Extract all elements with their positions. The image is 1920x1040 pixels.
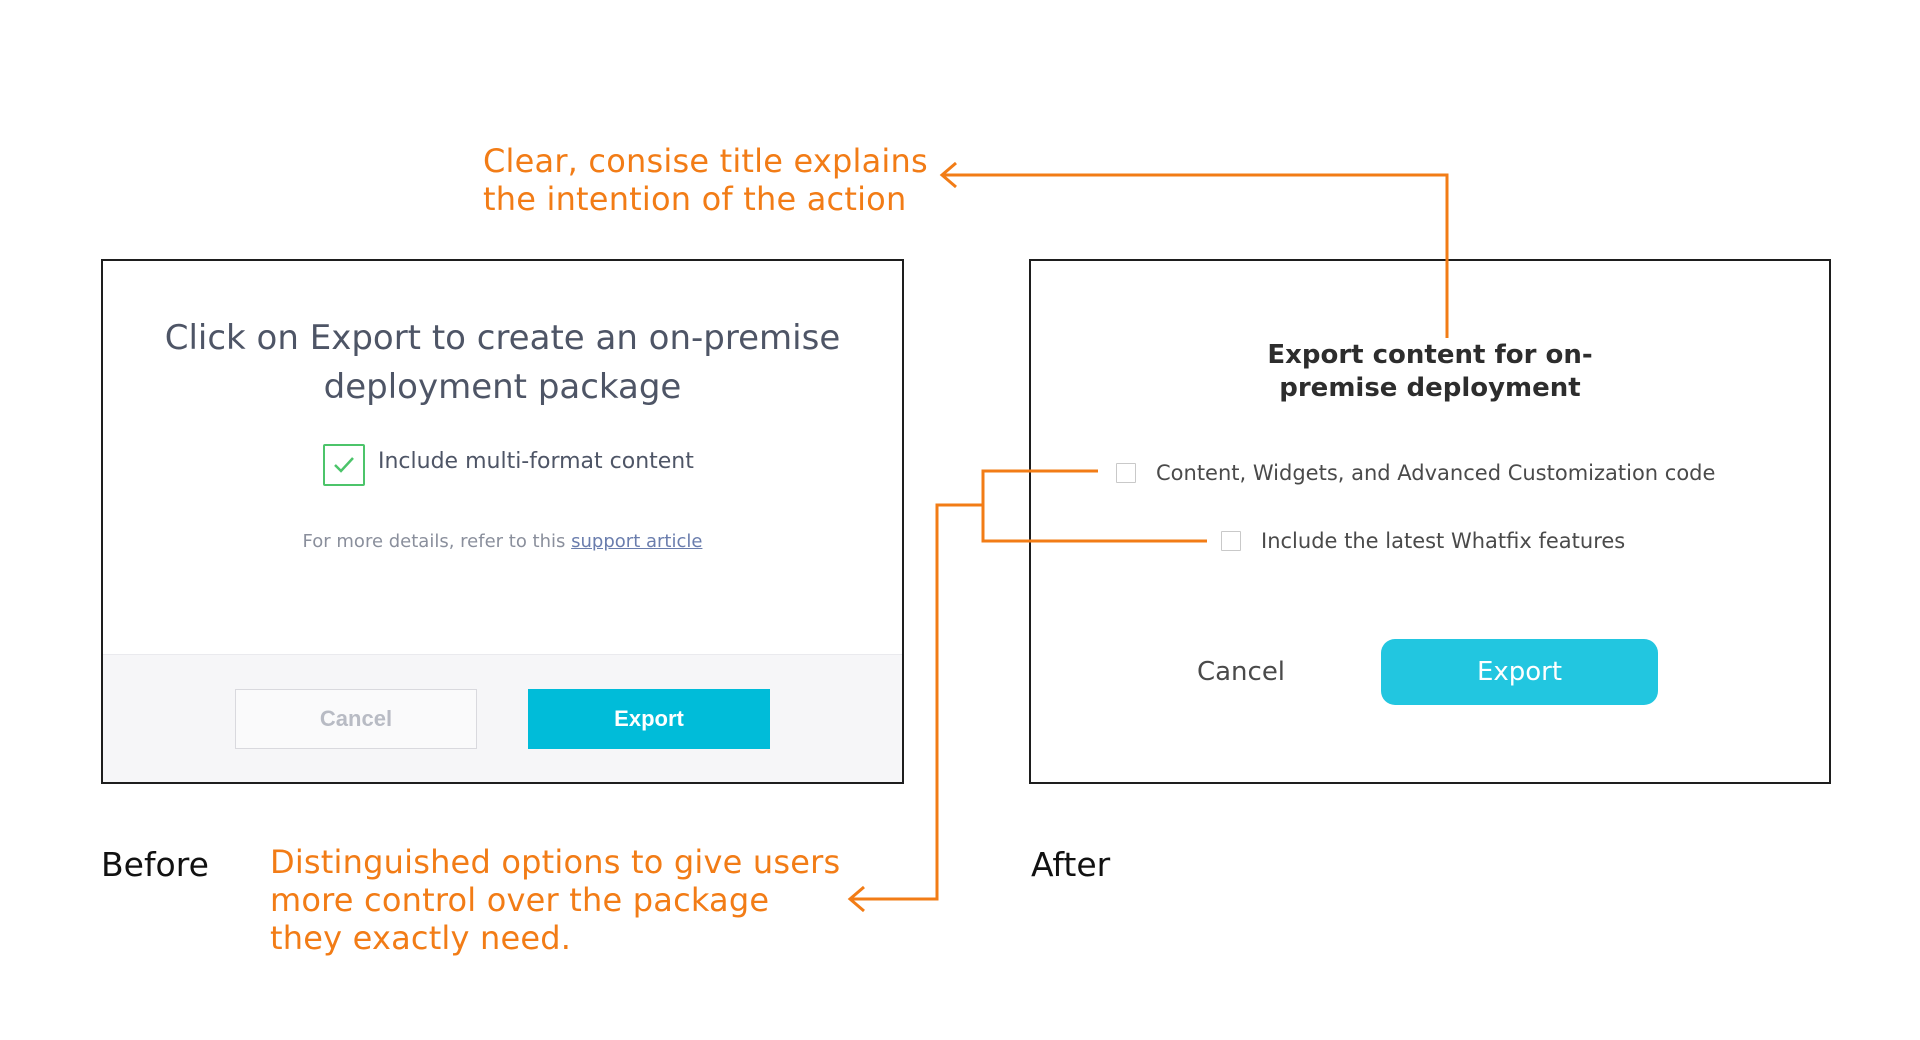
options-connector-line	[850, 503, 983, 901]
title-connector-line	[942, 173, 1449, 338]
options-bracket-line	[981, 469, 1207, 543]
annotation-connectors	[847, 161, 1449, 913]
